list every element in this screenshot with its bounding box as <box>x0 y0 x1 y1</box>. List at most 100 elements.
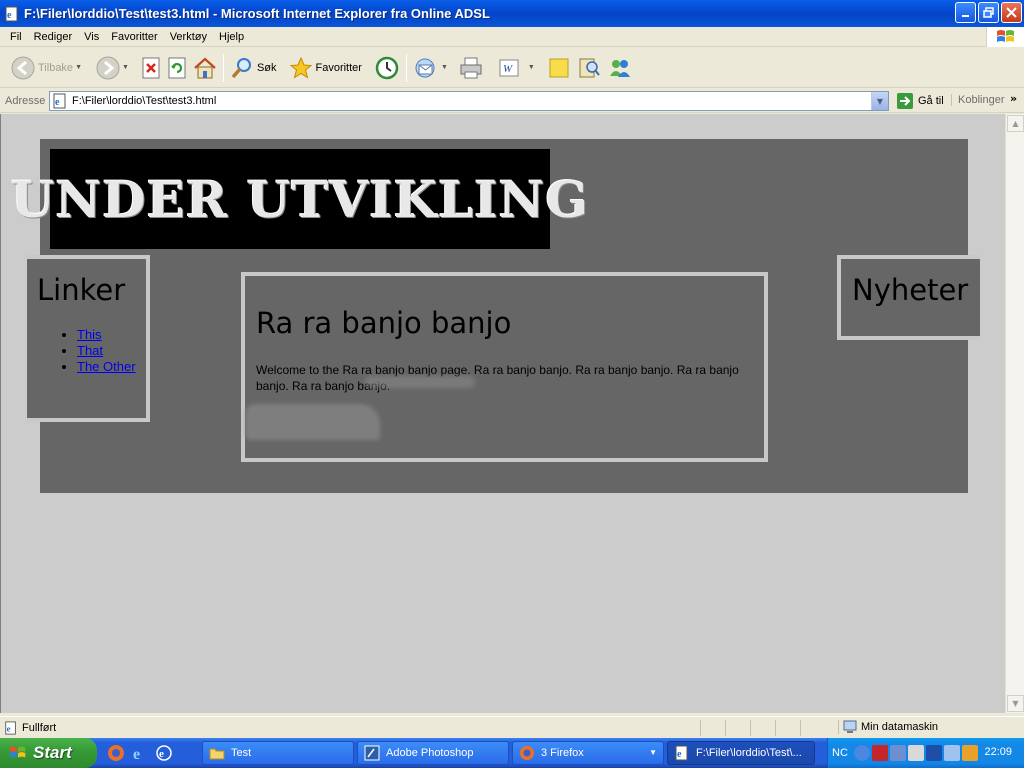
chevron-down-icon: ▼ <box>649 748 657 757</box>
mail-dropdown-icon[interactable]: ▼ <box>441 64 448 71</box>
firefox-icon <box>519 745 535 761</box>
tray-volume-icon[interactable] <box>907 745 924 761</box>
svg-text:e: e <box>7 723 11 733</box>
list-item: That <box>77 343 146 359</box>
internet-explorer-alt-icon[interactable]: e <box>155 744 173 762</box>
computer-icon <box>843 720 857 733</box>
search-button[interactable]: Søk <box>227 51 280 85</box>
print-button[interactable] <box>455 51 487 85</box>
menu-tools[interactable]: Verktøy <box>164 31 213 43</box>
history-button[interactable] <box>371 51 403 85</box>
printer-icon <box>460 57 482 78</box>
toolbar-separator <box>405 53 407 82</box>
tray-monitor-icon[interactable] <box>925 745 942 761</box>
back-button[interactable]: Tilbake ▼ <box>8 51 85 85</box>
list-item: The Other <box>77 359 146 375</box>
menu-favorites[interactable]: Favoritter <box>105 31 163 43</box>
refresh-button[interactable] <box>164 51 190 85</box>
double-chevron-icon[interactable]: » <box>1010 92 1017 105</box>
scroll-up-button[interactable]: ▲ <box>1007 115 1024 132</box>
vertical-scrollbar[interactable]: ▲ ▼ <box>1005 114 1024 713</box>
home-button[interactable] <box>190 51 220 85</box>
history-icon <box>375 56 399 79</box>
toolbar-separator <box>222 53 224 82</box>
tray-app-icon[interactable] <box>871 745 888 761</box>
minimize-button[interactable] <box>955 2 976 23</box>
links-heading: Linker <box>37 273 126 307</box>
window-controls <box>955 2 1022 23</box>
main-heading: Ra ra banjo banjo <box>256 306 512 340</box>
back-dropdown-icon[interactable]: ▼ <box>75 64 82 71</box>
menu-edit[interactable]: Rediger <box>28 31 79 43</box>
link-that[interactable]: That <box>77 343 103 358</box>
address-dropdown-button[interactable]: ▼ <box>871 92 888 110</box>
svg-text:e: e <box>7 10 12 21</box>
toolbar: Tilbake ▼ ▼ Søk Favoritter ▼ W ▼ <box>0 48 1024 88</box>
security-zone: Min datamaskin <box>838 720 938 734</box>
menu-view[interactable]: Vis <box>78 31 105 43</box>
menu-file[interactable]: Fil <box>0 31 28 43</box>
close-button[interactable] <box>1001 2 1022 23</box>
language-indicator[interactable]: NC <box>832 747 848 759</box>
task-test-folder[interactable]: Test <box>202 741 354 765</box>
home-icon <box>194 57 216 78</box>
svg-text:e: e <box>159 748 164 760</box>
link-the-other[interactable]: The Other <box>77 359 136 374</box>
address-label: Adresse <box>5 94 46 107</box>
go-button[interactable]: Gå til <box>896 92 944 110</box>
chevron-up-icon: ▲ <box>1012 119 1019 128</box>
tray-network-icon[interactable] <box>889 745 906 761</box>
tray-security-icon[interactable] <box>943 745 960 761</box>
discuss-button[interactable] <box>544 51 574 85</box>
edit-dropdown-icon[interactable]: ▼ <box>528 64 535 71</box>
system-tray: NC 22:09 <box>827 738 1024 768</box>
task-photoshop[interactable]: Adobe Photoshop <box>357 741 509 765</box>
chevron-down-icon: ▼ <box>1012 699 1019 708</box>
svg-text:e: e <box>55 97 60 108</box>
forward-dropdown-icon[interactable]: ▼ <box>122 64 129 71</box>
messenger-icon <box>609 59 630 77</box>
task-internet-explorer[interactable]: e F:\Filer\lorddio\Test\... <box>667 741 815 765</box>
address-input[interactable]: e F:\Filer\lorddio\Test\test3.html ▼ <box>49 91 889 111</box>
scroll-down-button[interactable]: ▼ <box>1007 695 1024 712</box>
stop-button[interactable] <box>138 51 164 85</box>
address-value: F:\Filer\lorddio\Test\test3.html <box>72 95 217 107</box>
forward-button[interactable]: ▼ <box>93 51 132 85</box>
internet-explorer-icon[interactable]: e <box>131 744 149 762</box>
ie-page-icon: e <box>675 745 688 761</box>
banner-image: UNDER UTVIKLING <box>11 149 588 249</box>
tray-tool-icon[interactable] <box>961 745 978 761</box>
refresh-icon <box>168 57 186 78</box>
page-icon: e <box>5 720 16 735</box>
start-button[interactable]: Start <box>0 738 97 768</box>
windows-flag-icon <box>996 30 1014 42</box>
messenger-button[interactable] <box>604 51 636 85</box>
research-button[interactable] <box>574 51 604 85</box>
main-paragraph: Welcome to the Ra ra banjo banjo page. R… <box>256 363 739 393</box>
mail-icon <box>415 58 435 77</box>
main-content-box: Ra ra banjo banjo Welcome to the Ra ra b… <box>241 272 768 462</box>
word-icon: W <box>499 59 519 76</box>
smudge-overlay <box>365 376 475 388</box>
mail-button[interactable]: ▼ <box>410 51 451 85</box>
page-viewport[interactable]: UNDER UTVIKLING Linker This That The Oth… <box>0 114 1005 713</box>
smudge-overlay <box>245 404 380 440</box>
windows-flag-icon <box>9 746 26 758</box>
chevron-down-icon: ▼ <box>876 96 884 106</box>
maximize-button[interactable] <box>978 2 999 23</box>
status-panes <box>700 720 822 736</box>
firefox-icon[interactable] <box>107 744 125 762</box>
title-bar[interactable]: e F:\Filer\lorddio\Test\test3.html - Mic… <box>0 0 1024 27</box>
link-this[interactable]: This <box>77 327 102 342</box>
clock[interactable]: 22:09 <box>984 746 1012 758</box>
favorites-button[interactable]: Favoritter <box>286 51 365 85</box>
quick-launch: e e <box>107 744 199 762</box>
task-firefox-group[interactable]: 3 Firefox ▼ <box>512 741 664 765</box>
banner-text: UNDER UTVIKLING <box>10 169 590 229</box>
menu-help[interactable]: Hjelp <box>213 31 250 43</box>
svg-text:e: e <box>133 746 140 762</box>
edit-word-button[interactable]: W ▼ <box>495 51 538 85</box>
tray-arrow-icon[interactable] <box>853 745 870 761</box>
links-toolbar-button[interactable]: Koblinger <box>951 94 1004 106</box>
news-heading: Nyheter <box>852 273 969 307</box>
